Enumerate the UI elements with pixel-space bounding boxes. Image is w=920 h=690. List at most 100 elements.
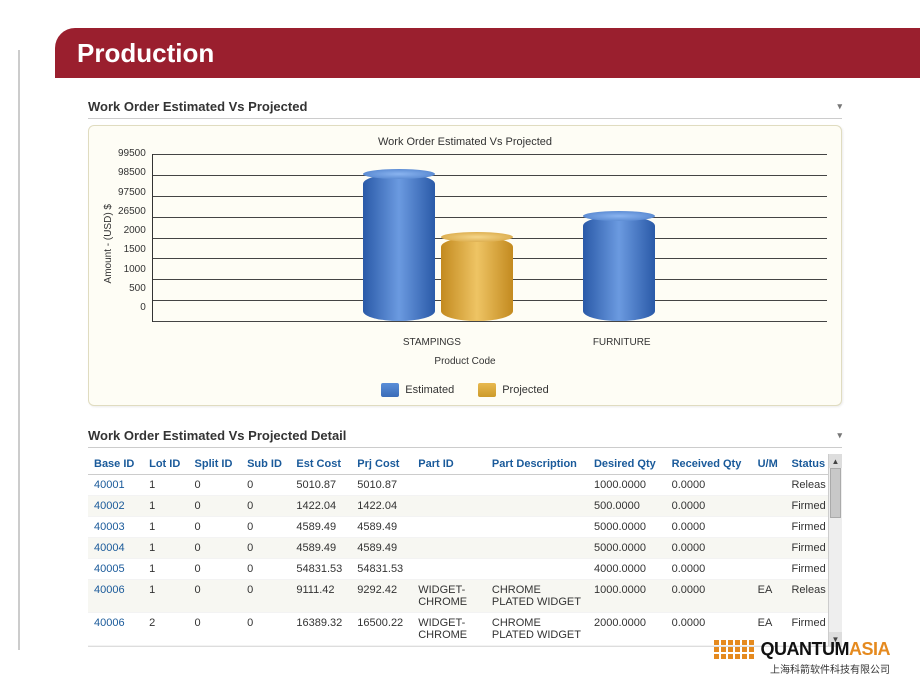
- chart-section-title: Work Order Estimated Vs Projected: [88, 99, 307, 114]
- cell: 1000.0000: [588, 475, 666, 496]
- legend-swatch-orange: [478, 383, 496, 397]
- cell: 16500.22: [351, 613, 412, 646]
- cell: [412, 538, 486, 559]
- column-header[interactable]: Split ID: [189, 454, 242, 475]
- column-header[interactable]: Prj Cost: [351, 454, 412, 475]
- gridline: [153, 321, 827, 322]
- scroll-thumb[interactable]: [830, 468, 841, 518]
- chart-legend: Estimated Projected: [103, 383, 827, 397]
- legend-swatch-blue: [381, 383, 399, 397]
- column-header[interactable]: Part ID: [412, 454, 486, 475]
- cell: [486, 559, 588, 580]
- column-header[interactable]: Sub ID: [241, 454, 290, 475]
- cell: 0.0000: [666, 517, 752, 538]
- column-header[interactable]: Received Qty: [666, 454, 752, 475]
- table-body: 400011005010.875010.871000.00000.0000Rel…: [88, 475, 842, 646]
- cell: 0.0000: [666, 475, 752, 496]
- chart-section-header: Work Order Estimated Vs Projected ▾: [88, 95, 842, 119]
- cell: [752, 559, 786, 580]
- cell: CHROME PLATED WIDGET: [486, 613, 588, 646]
- base-id-link[interactable]: 40002: [88, 496, 143, 517]
- cell: 4589.49: [351, 517, 412, 538]
- detail-section-title: Work Order Estimated Vs Projected Detail: [88, 428, 346, 443]
- table-row: 400021001422.041422.04500.00000.0000Firm…: [88, 496, 842, 517]
- base-id-link[interactable]: 40006: [88, 613, 143, 646]
- base-id-link[interactable]: 40001: [88, 475, 143, 496]
- detail-table-wrap: Base IDLot IDSplit IDSub IDEst CostPrj C…: [88, 454, 842, 647]
- legend-label: Estimated: [405, 384, 454, 396]
- cell: [412, 475, 486, 496]
- cell: 54831.53: [351, 559, 412, 580]
- table-row: 4000510054831.5354831.534000.00000.0000F…: [88, 559, 842, 580]
- cell: 4589.49: [290, 538, 351, 559]
- page-title: Production: [77, 38, 214, 69]
- column-header[interactable]: U/M: [752, 454, 786, 475]
- cell: 0: [189, 517, 242, 538]
- cell: 5000.0000: [588, 517, 666, 538]
- cell: 1: [143, 580, 188, 613]
- cell: 0: [241, 496, 290, 517]
- logo-text-asia: ASIA: [849, 639, 890, 659]
- cell: 4000.0000: [588, 559, 666, 580]
- cell: 0: [189, 538, 242, 559]
- bar-group: [363, 174, 513, 321]
- cell: [752, 496, 786, 517]
- cell: [412, 559, 486, 580]
- cell: [752, 517, 786, 538]
- column-header[interactable]: Part Description: [486, 454, 588, 475]
- cell: 4589.49: [351, 538, 412, 559]
- cell: 9292.42: [351, 580, 412, 613]
- base-id-link[interactable]: 40003: [88, 517, 143, 538]
- cell: 0: [241, 475, 290, 496]
- cell: 0: [241, 538, 290, 559]
- base-id-link[interactable]: 40006: [88, 580, 143, 613]
- chart-card: Work Order Estimated Vs Projected Amount…: [88, 125, 842, 406]
- cell: 1: [143, 496, 188, 517]
- y-axis-ticks: 995009850097500265002000150010005000: [118, 154, 152, 322]
- column-header[interactable]: Lot ID: [143, 454, 188, 475]
- cell: [486, 517, 588, 538]
- x-axis-label: Product Code: [103, 356, 827, 367]
- cell: WIDGET-CHROME: [412, 580, 486, 613]
- cell: [752, 475, 786, 496]
- cell: 0: [189, 496, 242, 517]
- cell: 0: [189, 580, 242, 613]
- table-row: 400041004589.494589.495000.00000.0000Fir…: [88, 538, 842, 559]
- cell: EA: [752, 580, 786, 613]
- cell: 5000.0000: [588, 538, 666, 559]
- cell: [752, 538, 786, 559]
- cell: [412, 496, 486, 517]
- cell: [486, 496, 588, 517]
- cell: 1: [143, 559, 188, 580]
- base-id-link[interactable]: 40004: [88, 538, 143, 559]
- column-header[interactable]: Est Cost: [290, 454, 351, 475]
- footer-logo: QUANTUMASIA 上海科箭软件科技有限公司: [714, 639, 890, 676]
- bar-projected: [441, 237, 513, 321]
- table-header-row: Base IDLot IDSplit IDSub IDEst CostPrj C…: [88, 454, 842, 475]
- cell: 0: [189, 559, 242, 580]
- cell: 500.0000: [588, 496, 666, 517]
- bar-group: [583, 216, 655, 321]
- cell: [486, 538, 588, 559]
- detail-section-menu-icon[interactable]: ▾: [837, 430, 842, 441]
- cell: 1422.04: [290, 496, 351, 517]
- detail-section-header: Work Order Estimated Vs Projected Detail…: [88, 424, 842, 448]
- chart-section-menu-icon[interactable]: ▾: [837, 101, 842, 112]
- cell: 0: [241, 580, 290, 613]
- scroll-up-button[interactable]: ▲: [829, 454, 842, 468]
- cell: 0: [189, 613, 242, 646]
- chart-plot-area: STAMPINGSFURNITURE: [152, 154, 827, 322]
- column-header[interactable]: Base ID: [88, 454, 143, 475]
- table-row: 400011005010.875010.871000.00000.0000Rel…: [88, 475, 842, 496]
- cell: 2: [143, 613, 188, 646]
- column-header[interactable]: Desired Qty: [588, 454, 666, 475]
- bar-estimated: [363, 174, 435, 321]
- chart-title: Work Order Estimated Vs Projected: [103, 136, 827, 148]
- vertical-scrollbar[interactable]: ▲ ▼: [828, 454, 842, 646]
- cell: 0: [241, 517, 290, 538]
- cell: [486, 475, 588, 496]
- table-row: 400061009111.429292.42WIDGET-CHROMECHROM…: [88, 580, 842, 613]
- table-row: 400031004589.494589.495000.00000.0000Fir…: [88, 517, 842, 538]
- cell: 0: [241, 613, 290, 646]
- base-id-link[interactable]: 40005: [88, 559, 143, 580]
